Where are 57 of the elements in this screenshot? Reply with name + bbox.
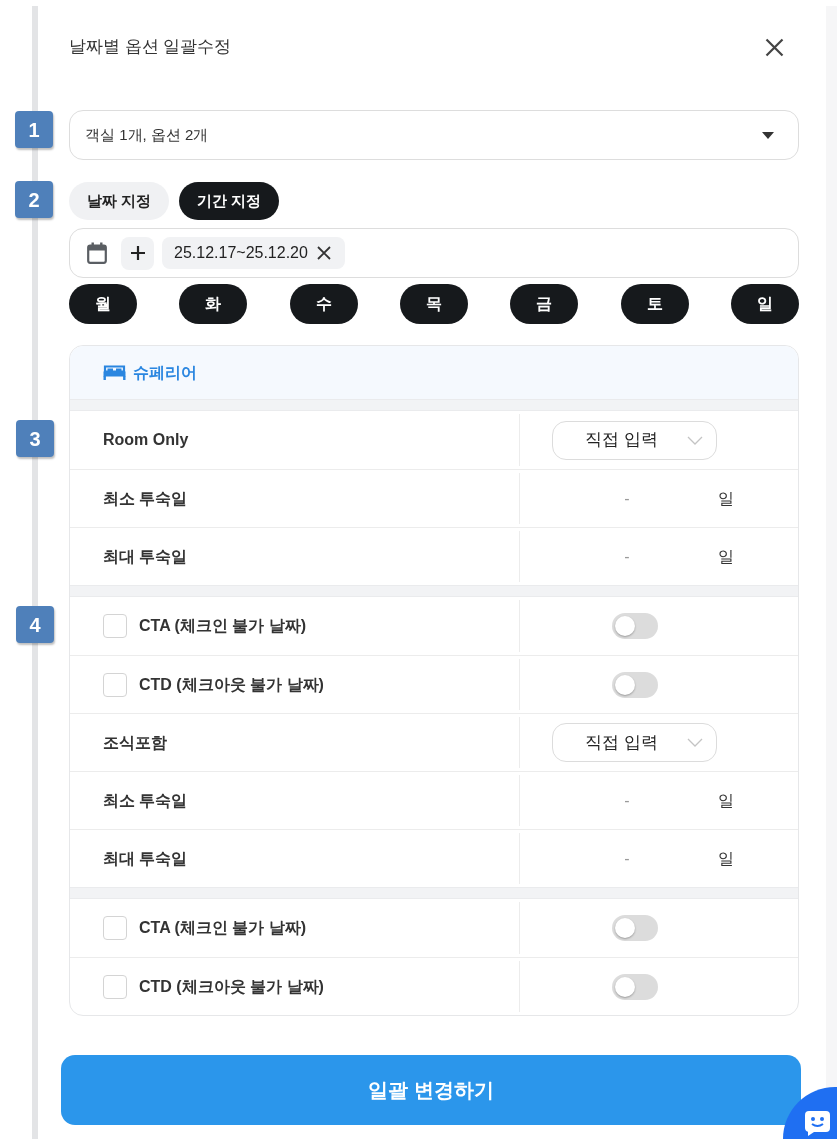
row-label: 최대 투숙일 [103,546,188,567]
row-label: CTD (체크아웃 불가 날짜) [139,674,324,695]
weekday-toggle[interactable]: 금 [510,284,579,324]
row-label: CTD (체크아웃 불가 날짜) [139,976,324,997]
remove-icon[interactable] [316,246,331,260]
stay-input[interactable]: - [552,785,702,816]
checkbox[interactable] [103,916,127,940]
weekday-toggle[interactable]: 목 [400,284,468,324]
plan-select[interactable]: 직접 입력 [552,723,717,762]
date-chip[interactable]: 25.12.17~25.12.20 [162,237,345,269]
calendar-icon [87,242,107,264]
room-name: 슈페리어 [133,362,197,383]
step-badge: 2 [15,181,53,218]
close-icon [764,37,784,57]
row-label: 최소 투숙일 [103,790,188,811]
step-badge: 4 [16,606,54,643]
row-label: CTA (체크인 불가 날짜) [139,918,307,938]
room-option-select[interactable]: 객실 1개, 옵션 2개 [69,110,799,160]
chat-bubble-icon [804,1110,831,1137]
weekday-toggle[interactable]: 수 [289,284,358,324]
toggle-switch[interactable] [611,915,658,941]
dialog-title: 날짜별 옵션 일괄수정 [69,36,232,59]
stay-input[interactable]: - [552,483,702,514]
toggle-switch[interactable] [611,671,658,698]
checkbox[interactable] [103,614,127,638]
weekday-toggle[interactable]: 토 [620,284,689,324]
toggle-switch[interactable] [611,973,658,1000]
date-range-field[interactable]: 25.12.17~25.12.20 [69,228,799,278]
unit-label: 일 [718,488,734,509]
weekday-toggle[interactable]: 화 [179,284,248,324]
unit-label: 일 [718,790,734,811]
row-label: 최대 투숙일 [103,848,188,869]
date-mode-tab[interactable]: 기간 지정 [179,182,280,220]
stay-input[interactable]: - [552,541,702,572]
weekday-toggle[interactable]: 월 [69,284,137,324]
plan-select[interactable]: 직접 입력 [552,420,717,460]
bed-icon [103,365,126,380]
checkbox[interactable] [103,672,127,697]
checkbox[interactable] [103,974,127,999]
weekday-toggle[interactable]: 일 [730,284,799,324]
row-label: 조식포함 [103,732,167,753]
row-label: CTA (체크인 불가 날짜) [139,616,307,636]
date-mode-tab[interactable]: 날짜 지정 [69,182,170,220]
unit-label: 일 [718,546,734,567]
close-button[interactable] [763,36,785,58]
plus-icon [130,246,145,260]
step-badge: 1 [15,111,53,148]
caret-down-icon [762,131,774,139]
toggle-switch[interactable] [611,613,658,639]
chevron-down-icon [687,435,703,445]
step-badge: 3 [16,420,54,457]
chevron-down-icon [687,738,703,747]
stay-input[interactable]: - [552,843,702,874]
row-label: Room Only [103,430,189,450]
row-label: 최소 투숙일 [103,488,188,509]
unit-label: 일 [718,848,734,869]
add-date-button[interactable] [121,236,154,270]
